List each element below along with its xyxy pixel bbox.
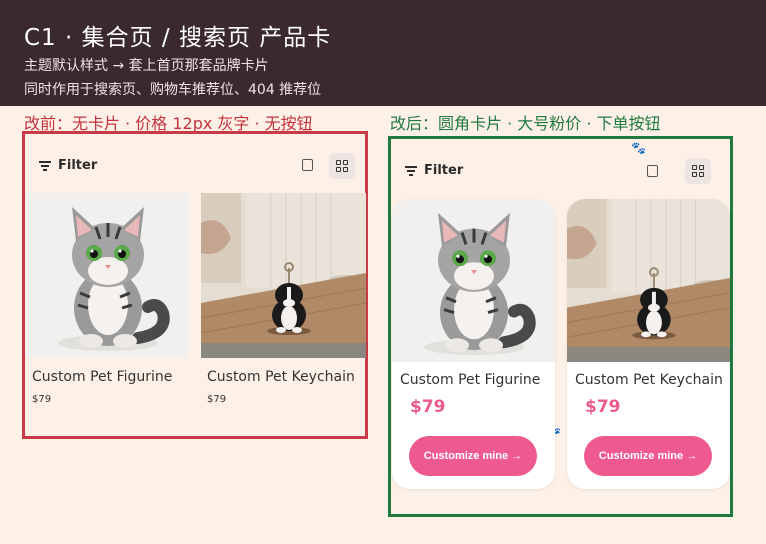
paw-icon: 🐾 [631,141,646,155]
product-name-keychain[interactable]: Custom Pet Keychain [207,369,355,385]
product-price-keychain: $79 [585,397,621,417]
product-image-figurine[interactable] [392,199,555,362]
keychain-illustration [201,193,366,358]
cat-figurine-illustration [392,199,555,362]
product-image-figurine[interactable] [26,193,189,358]
filter-icon [405,166,417,176]
product-price-keychain: $79 [207,394,227,405]
product-price-figurine: $79 [410,397,446,417]
keychain-illustration [567,199,730,362]
product-image-keychain[interactable] [567,199,730,362]
grid-view-icon[interactable] [685,158,711,184]
product-card-keychain[interactable]: Custom Pet Keychain $79 Customize mine → [567,199,730,489]
product-name-figurine[interactable]: Custom Pet Figurine [32,369,172,385]
product-image-keychain[interactable] [201,193,366,358]
product-card-figurine[interactable]: Custom Pet Figurine $79 Customize mine → [392,199,555,489]
filter-label: Filter [58,158,98,173]
cat-figurine-illustration [26,193,189,358]
single-view-icon[interactable] [302,159,313,171]
single-view-icon[interactable] [647,165,658,177]
customize-button-keychain[interactable]: Customize mine → [584,436,712,476]
product-price-figurine: $79 [32,394,52,405]
grid-view-icon[interactable] [329,153,355,179]
filter-label: Filter [424,163,464,178]
filter-button[interactable]: Filter [405,163,463,178]
subtitle-secondary: 同时作用于搜索页、购物车推荐位、404 推荐位 [24,82,322,98]
filter-button[interactable]: Filter [39,158,97,173]
subtitle-primary: 主题默认样式 → 套上首页那套品牌卡片 [24,58,269,74]
page-title: C1 · 集合页 / 搜索页 产品卡 [24,25,332,51]
filter-icon [39,161,51,171]
after-panel: 🐾 🐾 Filter [388,136,733,517]
header-banner: C1 · 集合页 / 搜索页 产品卡 主题默认样式 → 套上首页那套品牌卡片 同… [0,0,766,106]
customize-button-figurine[interactable]: Customize mine → [409,436,537,476]
before-panel: Filter Custom Pet Figurine $79 Custom Pe… [22,131,368,439]
product-name-figurine[interactable]: Custom Pet Figurine [400,372,540,388]
product-name-keychain[interactable]: Custom Pet Keychain [575,372,723,388]
after-label: 改后：圆角卡片 · 大号粉价 · 下单按钮 [390,114,661,133]
